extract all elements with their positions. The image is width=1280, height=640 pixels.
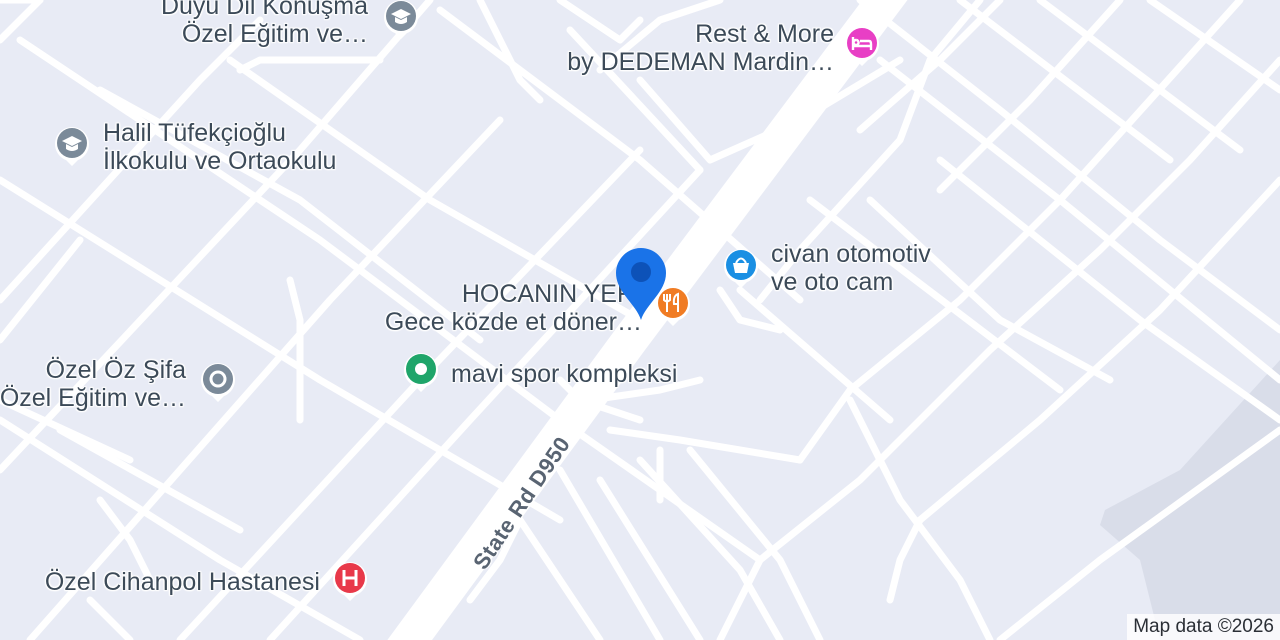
poi-label-line: İlkokulu ve Ortaokulu bbox=[103, 147, 337, 175]
poi-label-line: Özel Öz Şifa bbox=[45, 356, 186, 384]
poi-label: Özel Cihanpol Hastanesi bbox=[10, 568, 320, 596]
poi-label-line: mavi spor kompleksi bbox=[451, 360, 678, 388]
place-icon bbox=[201, 363, 235, 402]
school-icon bbox=[384, 0, 418, 39]
poi-label: Özel Öz Şifa Özel Eğitim ve… bbox=[0, 356, 186, 412]
poi-label: mavi spor kompleksi bbox=[451, 360, 677, 388]
poi-label-line: civan otomotiv bbox=[771, 240, 931, 268]
poi-label-line: HOCANIN YERİ bbox=[461, 280, 642, 308]
hotel-icon bbox=[845, 27, 879, 66]
poi-label-line: Halil Tüfekçioğlu bbox=[103, 119, 286, 147]
shopping-icon bbox=[724, 249, 758, 288]
map-canvas[interactable]: State Rd D950 Duyu Dil Konuşma Özel Eğit… bbox=[0, 0, 1280, 640]
park-icon bbox=[404, 353, 438, 392]
poi-label-line: by DEDEMAN Mardin… bbox=[567, 48, 834, 76]
poi-label: civan otomotiv ve oto cam bbox=[771, 240, 931, 296]
poi-label: Rest & More by DEDEMAN Mardin… bbox=[540, 20, 834, 76]
poi-label-line: Özel Eğitim ve… bbox=[181, 20, 368, 48]
poi-label-line: Özel Cihanpol Hastanesi bbox=[44, 568, 320, 596]
poi-label-line: ve oto cam bbox=[771, 268, 894, 296]
poi-label-line: Rest & More bbox=[695, 20, 834, 48]
poi-label: Duyu Dil Konuşma Özel Eğitim ve… bbox=[100, 0, 368, 48]
poi-label-line: Özel Eğitim ve… bbox=[0, 384, 186, 412]
school-icon bbox=[55, 127, 89, 166]
location-pin-icon[interactable] bbox=[614, 246, 668, 322]
poi-label-line: Duyu Dil Konuşma bbox=[160, 0, 368, 20]
poi-label: HOCANIN YERİ Gece közde et döner… bbox=[360, 280, 642, 336]
hospital-icon bbox=[333, 562, 367, 601]
map-attribution[interactable]: Map data ©2026 bbox=[1127, 614, 1280, 640]
poi-label: Halil Tüfekçioğlu İlkokulu ve Ortaokulu bbox=[103, 119, 336, 175]
poi-label-line: Gece közde et döner… bbox=[384, 308, 642, 336]
